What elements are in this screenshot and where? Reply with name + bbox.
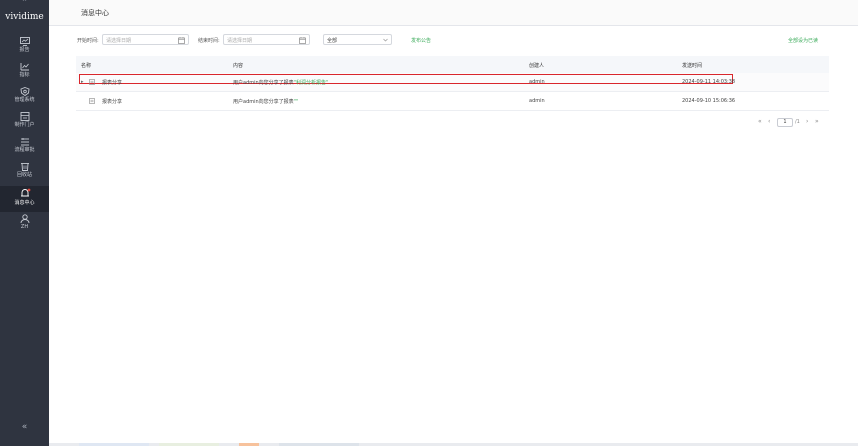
prev-page-icon[interactable]: ‹ bbox=[768, 118, 770, 125]
sidebar-item-user[interactable]: ZH bbox=[0, 214, 49, 240]
message-name: 报表分享 bbox=[102, 80, 123, 86]
mark-all-read-link[interactable]: 全部设为已读 bbox=[788, 37, 818, 44]
end-date-placeholder: 请选择日期 bbox=[227, 38, 253, 44]
sidebar-item-metrics[interactable]: 指标 bbox=[0, 62, 49, 88]
chevron-down-icon bbox=[383, 38, 388, 42]
total-pages: /1 bbox=[795, 119, 800, 125]
messages-table: 名称 内容 创建人 发送时间 ▸ 报表分享 用户admin向您分享了报表"利润分… bbox=[76, 56, 829, 111]
sidebar-item-label: ZH bbox=[20, 224, 29, 230]
sidebar: ^ vividime 报告 指标 管理系统 制作门户 流程审批 回收站 消息中心… bbox=[0, 0, 49, 446]
message-creator: admin bbox=[529, 79, 545, 85]
publish-announcement-link[interactable]: 发布公告 bbox=[411, 37, 431, 44]
start-date-placeholder: 请选择日期 bbox=[106, 38, 132, 44]
calendar-icon bbox=[178, 37, 185, 44]
start-time-label: 开始时间: bbox=[77, 38, 99, 44]
sidebar-item-label: 流程审批 bbox=[14, 147, 35, 153]
portal-icon bbox=[20, 112, 29, 121]
sidebar-item-admin-system[interactable]: 管理系统 bbox=[0, 87, 49, 113]
message-creator: admin bbox=[529, 98, 545, 104]
sidebar-top-caret[interactable]: ^ bbox=[0, 0, 49, 6]
brand-logo: vividime bbox=[5, 12, 44, 22]
main-content: 开始时间: 请选择日期 结束时间: 请选择日期 全部 发布公告 全部设为已读 名… bbox=[49, 26, 858, 443]
trash-icon bbox=[20, 163, 29, 171]
column-header-creator[interactable]: 创建人 bbox=[529, 62, 544, 69]
sidebar-item-report[interactable]: 报告 bbox=[0, 37, 49, 63]
type-select[interactable]: 全部 bbox=[323, 34, 392, 45]
page-title: 消息中心 bbox=[81, 9, 109, 17]
end-time-label: 结束时间: bbox=[198, 38, 220, 44]
first-page-icon[interactable]: « bbox=[758, 118, 762, 125]
last-page-icon[interactable]: » bbox=[815, 118, 819, 125]
message-content-text: 用户admin向您分享了报表 bbox=[233, 80, 294, 86]
approval-icon bbox=[20, 138, 29, 146]
expand-arrow-icon[interactable]: ▸ bbox=[81, 79, 84, 85]
message-time: 2024-09-10 15:06:36 bbox=[682, 98, 736, 104]
sidebar-item-label: 报告 bbox=[19, 47, 30, 53]
column-header-name[interactable]: 名称 bbox=[81, 62, 91, 69]
report-share-icon bbox=[89, 98, 95, 104]
start-date-input[interactable]: 请选择日期 bbox=[102, 34, 189, 45]
metrics-icon bbox=[20, 63, 29, 71]
message-name: 报表分享 bbox=[102, 99, 123, 105]
sidebar-item-label: 回收站 bbox=[16, 172, 32, 178]
type-select-value: 全部 bbox=[327, 38, 338, 44]
sidebar-item-label: 制作门户 bbox=[14, 122, 35, 128]
report-icon bbox=[19, 37, 30, 46]
sidebar-item-label: 消息中心 bbox=[14, 200, 35, 206]
admin-system-icon bbox=[20, 87, 29, 96]
table-header: 名称 内容 创建人 发送时间 bbox=[76, 56, 829, 73]
bell-icon bbox=[20, 188, 30, 197]
message-time: 2024-09-11 14:03:38 bbox=[682, 79, 736, 85]
user-icon bbox=[20, 214, 29, 223]
report-share-icon bbox=[89, 79, 95, 85]
report-link[interactable]: "" bbox=[294, 99, 299, 105]
sidebar-item-label: 管理系统 bbox=[14, 97, 35, 103]
table-row[interactable]: 报表分享 用户admin向您分享了报表"" admin 2024-09-10 1… bbox=[76, 92, 829, 111]
table-row[interactable]: ▸ 报表分享 用户admin向您分享了报表"利润分析报告" admin 2024… bbox=[76, 73, 829, 92]
column-header-time[interactable]: 发送时间 bbox=[682, 62, 702, 69]
message-content-text: 用户admin向您分享了报表 bbox=[233, 99, 294, 105]
page-header: 消息中心 bbox=[49, 0, 858, 26]
sidebar-item-message-center[interactable]: 消息中心 bbox=[0, 186, 49, 212]
column-header-content[interactable]: 内容 bbox=[233, 62, 243, 69]
sidebar-item-portal[interactable]: 制作门户 bbox=[0, 112, 49, 138]
message-content: 用户admin向您分享了报表"" bbox=[233, 98, 298, 105]
selected-row-highlight bbox=[79, 74, 733, 84]
next-page-icon[interactable]: › bbox=[806, 118, 808, 125]
collapse-sidebar-icon[interactable]: « bbox=[0, 422, 49, 432]
report-link[interactable]: "利润分析报告" bbox=[294, 80, 329, 86]
sidebar-item-approval[interactable]: 流程审批 bbox=[0, 137, 49, 163]
page-number-input[interactable]: 1 bbox=[777, 118, 793, 127]
message-content: 用户admin向您分享了报表"利润分析报告" bbox=[233, 79, 328, 86]
sidebar-item-label: 指标 bbox=[19, 72, 30, 78]
calendar-icon bbox=[299, 37, 306, 44]
end-date-input[interactable]: 请选择日期 bbox=[223, 34, 310, 45]
pagination: « ‹ 1 /1 › » bbox=[758, 118, 823, 128]
sidebar-item-trash[interactable]: 回收站 bbox=[0, 162, 49, 188]
